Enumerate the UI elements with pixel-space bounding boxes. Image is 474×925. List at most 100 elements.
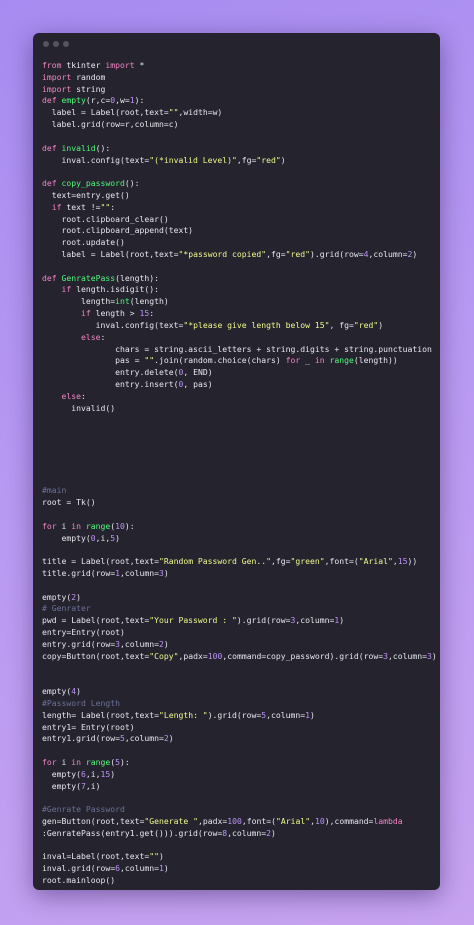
code-token: empty(	[42, 768, 81, 779]
code-token: text !=	[61, 201, 101, 212]
code-token: 15	[139, 308, 150, 319]
code-token: #Genrate Password	[42, 804, 125, 815]
code-line: inval.config(text="*please give length b…	[42, 320, 437, 332]
code-token: def	[42, 178, 57, 189]
code-token: empty(	[42, 686, 72, 697]
code-token: ,column=	[119, 638, 159, 649]
code-token: ,column=	[388, 650, 427, 661]
code-token: ,column=	[295, 615, 335, 626]
code-token: copy=Button(root,text=	[42, 650, 150, 661]
code-token: )	[163, 638, 169, 649]
code-token: def	[42, 142, 57, 153]
code-token: root.update()	[42, 237, 125, 248]
code-token: ))	[407, 556, 418, 567]
code-line: for i in range(10):	[42, 521, 437, 533]
code-token: #Password Length	[42, 697, 120, 708]
code-token: entry=Entry(root)	[42, 627, 125, 637]
code-token: "Your Password : "	[149, 615, 237, 626]
window-dot-icon[interactable]	[53, 41, 59, 47]
code-token: ,fg=	[266, 249, 286, 259]
code-token: ""	[144, 355, 155, 366]
window-dot-icon[interactable]	[43, 41, 49, 47]
code-token: entry.delete(	[42, 367, 179, 378]
code-token: )	[163, 863, 169, 874]
code-token: "red"	[256, 154, 281, 165]
code-line: else:	[42, 391, 437, 403]
code-token: ,column=	[368, 249, 408, 259]
code-token: empty(	[42, 532, 91, 543]
code-token: i	[56, 756, 72, 767]
code-token: _	[300, 355, 315, 366]
code-line: if length > 15:	[42, 308, 437, 320]
code-line: if length.isdigit():	[42, 284, 437, 296]
code-line: #Password Length	[42, 698, 437, 710]
code-token: ).grid(row=	[310, 249, 364, 259]
code-token: GenratePass	[61, 272, 116, 283]
code-token: else	[61, 390, 82, 401]
code-token: "*please give length below 15"	[183, 319, 330, 330]
code-token: ,fg=	[271, 556, 291, 567]
code-line: chars = string.ascii_letters + string.di…	[42, 344, 437, 356]
code-line: entry.delete(0, END)	[42, 367, 437, 379]
window-dot-icon[interactable]	[63, 41, 69, 47]
code-token: tkinter	[61, 60, 106, 70]
code-line: def copy_password():	[42, 178, 437, 190]
code-token: random	[71, 71, 106, 82]
code-token: *	[134, 60, 145, 70]
code-token: :	[81, 390, 86, 401]
code-token: empty	[61, 95, 86, 106]
code-line: #main	[42, 485, 437, 497]
code-token: )	[431, 650, 437, 661]
code-token: length.isdigit():	[71, 284, 159, 295]
code-token: inval.config(text=	[42, 154, 150, 165]
code-line: root.clipboard_clear()	[42, 214, 437, 226]
code-token: )	[310, 709, 315, 720]
code-token: ,i,	[85, 768, 101, 779]
code-token: )	[115, 532, 120, 543]
code-line: entry.grid(row=3,column=2)	[42, 639, 437, 651]
code-token: "Generate "	[144, 816, 198, 826]
code-line: empty(2)	[42, 592, 437, 604]
code-token: )	[339, 615, 345, 626]
code-token: import	[42, 71, 72, 82]
code-token: pwd = Label(root,text=	[42, 615, 150, 626]
code-line: entry=Entry(root)	[42, 627, 437, 639]
code-line: entry1.grid(row=5,column=2)	[42, 733, 437, 745]
code-token: ,padx=	[178, 650, 208, 661]
code-token: ):	[134, 95, 145, 106]
code-token: )	[378, 319, 384, 330]
code-token: title.grid(row=	[42, 567, 116, 578]
code-line: from tkinter import *	[42, 60, 437, 72]
code-window: from tkinter import * import random import…	[33, 33, 440, 890]
code-line: root = Tk()	[42, 497, 437, 509]
code-token: length=	[42, 296, 116, 307]
code-token: "(*invalid Level)"	[149, 154, 237, 165]
code-token: ,column=	[227, 827, 267, 838]
code-token: ,i)	[85, 780, 101, 791]
code-token: "red"	[285, 249, 311, 259]
code-token: 10	[115, 520, 125, 531]
code-token: :	[110, 201, 116, 212]
code-token: inval.config(text=	[42, 319, 184, 330]
code-token: range	[85, 756, 111, 767]
code-token: )	[76, 591, 81, 602]
code-token: ,column=	[266, 709, 306, 720]
code-token: root = Tk()	[42, 497, 96, 508]
code-token: invalid()	[42, 402, 116, 413]
code-token: )	[168, 733, 174, 744]
code-token: "Random Password Gen.."	[158, 556, 272, 567]
code-token: # Genrater	[42, 603, 91, 614]
code-token: (length):	[115, 272, 159, 283]
code-token: entry1.grid(row=	[42, 733, 120, 744]
code-token: ):	[124, 520, 135, 531]
code-token: entry1= Entry(root)	[42, 721, 135, 732]
